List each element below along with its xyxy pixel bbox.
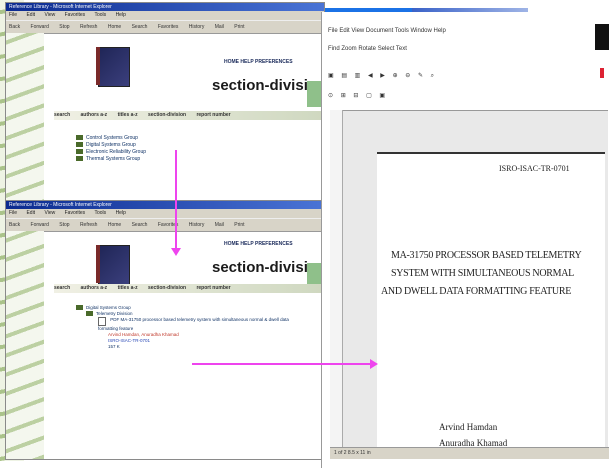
navigation-bar: search authors a-z titles a-z section-di…: [54, 284, 322, 293]
forward-button[interactable]: Forward: [31, 222, 49, 228]
home-button[interactable]: Home: [108, 222, 121, 228]
menu-tools[interactable]: Tools: [94, 12, 106, 18]
folder-icon: [76, 149, 83, 155]
refresh-button[interactable]: Refresh: [80, 222, 98, 228]
browser-toolbar: Back Forward Stop Refresh Home Search Fa…: [6, 20, 324, 34]
nav-search[interactable]: search: [54, 112, 70, 118]
book-spine: [96, 245, 100, 283]
browser-toolbar: Back Forward Stop Refresh Home Search Fa…: [6, 218, 324, 232]
viewer-status-bar: 1 of 2 8.5 x 11 in: [330, 447, 609, 459]
doc-title-line-2: SYSTEM WITH SIMULTANEOUS NORMAL: [391, 268, 574, 279]
menu-help[interactable]: Help: [116, 210, 126, 216]
menu-view[interactable]: View: [44, 12, 55, 18]
menu-file[interactable]: File: [9, 12, 17, 18]
viewer-zoom-tools[interactable]: ⊙ ⊞ ⊟ ▢ ▣: [328, 92, 388, 99]
doc-author-1: Arvind Hamdan: [439, 422, 498, 432]
browser-title-bar: Reference Library - Microsoft Internet E…: [6, 3, 324, 11]
bookmarks-panel-tab[interactable]: [330, 110, 343, 455]
doc-title-line-1: MA-31750 PROCESSOR BASED TELEMETRY: [391, 250, 582, 261]
menu-file[interactable]: File: [9, 210, 17, 216]
folder-icon: [76, 135, 83, 141]
nav-section-division[interactable]: section-division: [148, 285, 186, 291]
document-page: ISRO-ISAC-TR-0701 MA-31750 PROCESSOR BAS…: [377, 152, 605, 459]
nav-titles[interactable]: titles a-z: [118, 285, 138, 291]
viewer-toolbar-secondary[interactable]: ▣ ▤ ▥ ◀ ▶ ⊕ ⊖ ✎ ⌕: [328, 72, 437, 80]
report-title-link[interactable]: MA-31750 processor based telemetry syste…: [98, 317, 289, 331]
group-item[interactable]: Thermal Systems Group: [76, 156, 146, 163]
print-button[interactable]: Print: [234, 24, 244, 30]
favorites-button[interactable]: Favorites: [158, 24, 179, 30]
print-button[interactable]: Print: [234, 222, 244, 228]
nav-report-number[interactable]: report number: [196, 112, 230, 118]
folder-icon: [76, 156, 83, 162]
nav-authors[interactable]: authors a-z: [81, 112, 108, 118]
viewer-menu-bar[interactable]: File Edit View Document Tools Window Hel…: [328, 28, 446, 34]
group-item[interactable]: Control Systems Group: [76, 135, 146, 142]
arrow-down: [175, 150, 177, 250]
browser-window-top: Reference Library - Microsoft Internet E…: [5, 2, 325, 202]
arrow-right: [192, 363, 372, 365]
arrow-right-head: [370, 359, 378, 369]
group-list: Control Systems Group Digital Systems Gr…: [76, 135, 146, 163]
search-button[interactable]: Search: [132, 24, 148, 30]
page-side-art: [6, 231, 44, 459]
viewer-close-tab[interactable]: [595, 24, 609, 50]
viewer-marker-icon: [600, 68, 604, 78]
stop-button[interactable]: Stop: [59, 222, 69, 228]
navigation-bar: search authors a-z titles a-z section-di…: [54, 111, 322, 120]
back-button[interactable]: Back: [9, 24, 20, 30]
group-item[interactable]: Digital Systems Group: [76, 142, 146, 149]
browser-menu-bar: File Edit View Favorites Tools Help: [6, 209, 324, 218]
menu-view[interactable]: View: [44, 210, 55, 216]
refresh-button[interactable]: Refresh: [80, 24, 98, 30]
nav-authors[interactable]: authors a-z: [81, 285, 108, 291]
back-button[interactable]: Back: [9, 222, 20, 228]
group-item[interactable]: Electronic Reliability Group: [76, 149, 146, 156]
nav-search[interactable]: search: [54, 285, 70, 291]
menu-edit[interactable]: Edit: [26, 210, 35, 216]
browser-window-bottom: Reference Library - Microsoft Internet E…: [5, 200, 325, 460]
page-side-art: [6, 33, 44, 201]
book-spine: [96, 47, 100, 85]
search-button[interactable]: Search: [132, 222, 148, 228]
mail-button[interactable]: Mail: [215, 24, 224, 30]
nav-section-division[interactable]: section-division: [148, 112, 186, 118]
library-book-icon: [98, 47, 130, 87]
menu-favorites[interactable]: Favorites: [65, 210, 86, 216]
nav-titles[interactable]: titles a-z: [118, 112, 138, 118]
menu-help[interactable]: Help: [116, 12, 126, 18]
menu-favorites[interactable]: Favorites: [65, 12, 86, 18]
report-entry[interactable]: PDF MA-31750 processor based telemetry s…: [76, 317, 298, 332]
nav-report-number[interactable]: report number: [196, 285, 230, 291]
arrow-down-head: [171, 248, 181, 256]
home-button[interactable]: Home: [108, 24, 121, 30]
history-button[interactable]: History: [189, 222, 205, 228]
report-tree: Digital Systems Group Telemetry Division…: [76, 305, 316, 350]
preferences-links[interactable]: HOME HELP PREFERENCES: [224, 241, 293, 247]
pdf-file-icon: [98, 317, 106, 326]
folder-icon: [76, 305, 83, 311]
report-label: PDF: [110, 317, 120, 322]
browser-menu-bar: File Edit View Favorites Tools Help: [6, 11, 324, 20]
menu-tools[interactable]: Tools: [94, 210, 106, 216]
report-size: 157 K: [108, 344, 120, 349]
doc-report-number: ISRO-ISAC-TR-0701: [499, 164, 570, 173]
stop-button[interactable]: Stop: [59, 24, 69, 30]
menu-edit[interactable]: Edit: [26, 12, 35, 18]
library-book-icon: [98, 245, 130, 285]
doc-title-line-3: AND DWELL DATA FORMATTING FEATURE: [381, 286, 572, 297]
forward-button[interactable]: Forward: [31, 24, 49, 30]
folder-icon: [76, 142, 83, 148]
preferences-links[interactable]: HOME HELP PREFERENCES: [224, 59, 293, 65]
viewer-toolbar[interactable]: Find Zoom Rotate Select Text: [328, 46, 407, 52]
history-button[interactable]: History: [189, 24, 205, 30]
browser-title-bar: Reference Library - Microsoft Internet E…: [6, 201, 324, 209]
folder-icon: [86, 311, 93, 317]
mail-button[interactable]: Mail: [215, 222, 224, 228]
